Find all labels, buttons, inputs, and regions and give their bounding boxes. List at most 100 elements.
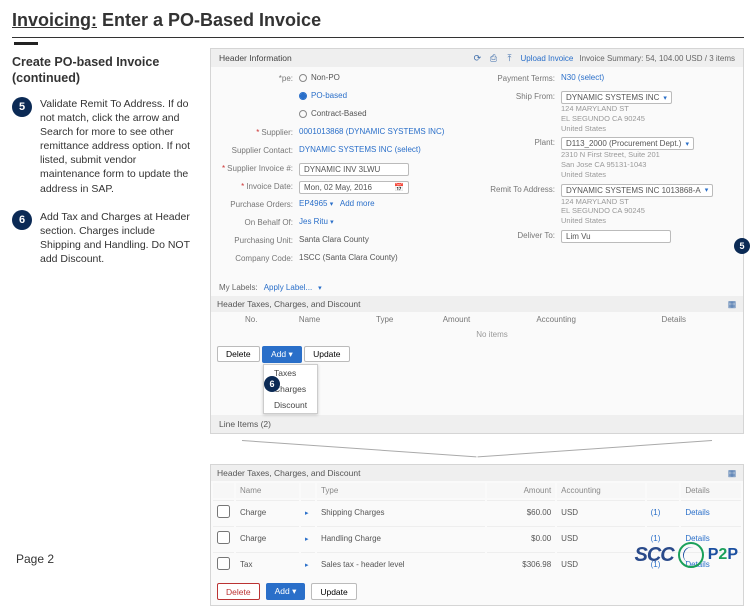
upload-invoice-link[interactable]: Upload Invoice (520, 54, 573, 63)
supplier-contact-label: Supplier Contact: (219, 145, 299, 155)
company-val: 1SCC (Santa Clara County) (299, 253, 473, 262)
remit-addr1: 124 MARYLAND ST (561, 197, 735, 207)
globe-icon (678, 542, 704, 568)
add-more-link[interactable]: Add more (340, 199, 375, 208)
title-deco (14, 42, 38, 45)
chevron-down-icon[interactable]: ▾ (318, 284, 322, 292)
col-accounting: Accounting (557, 483, 644, 498)
col-amount: Amount (439, 312, 533, 327)
chevron-down-icon[interactable]: ▾ (685, 140, 689, 148)
upload-icon[interactable]: ⤒ (504, 53, 514, 63)
payment-terms-val[interactable]: N30 (select) (561, 73, 735, 82)
radio-po-label: PO-based (311, 91, 347, 100)
deliver-label: Deliver To: (481, 230, 561, 240)
inv-date-input[interactable]: Mon, 02 May, 2016📅 (299, 181, 409, 194)
form-col-left: *pe:Non-PO PO-based Contract-Based *Supp… (219, 73, 473, 271)
menu-discount[interactable]: Discount (264, 397, 317, 413)
remit-select[interactable]: DYNAMIC SYSTEMS INC 1013868-A▾ (561, 184, 713, 197)
deliver-input[interactable]: Lim Vu (561, 230, 671, 243)
grid-icon[interactable]: ▦ (727, 299, 737, 309)
supplier-val[interactable]: 0001013868 (DYNAMIC SYSTEMS INC) (299, 127, 473, 136)
invoice-summary: Invoice Summary: 54, 104.00 USD / 3 item… (579, 54, 735, 63)
col-type: Type (372, 312, 439, 327)
chevron-down-icon[interactable]: ▾ (330, 219, 334, 226)
update-button[interactable]: Update (304, 346, 349, 362)
supplier-inv-input[interactable]: DYNAMIC INV 3LWU (299, 163, 409, 176)
step-badge-5: 5 (12, 97, 32, 117)
step-badge-6: 6 (12, 210, 32, 230)
company-label: Company Code: (219, 253, 299, 263)
plant-addr2: San Jose CA 95131-1043 (561, 160, 735, 170)
delete-button[interactable]: Delete (217, 583, 260, 600)
purchunit-val: Santa Clara County (299, 235, 473, 244)
col-name: Name (236, 483, 299, 498)
app-screenshot: Header Information ⟳ ⎙ ⤒ Upload Invoice … (210, 48, 744, 606)
plant-addr3: United States (561, 170, 735, 180)
shipfrom-addr3: United States (561, 124, 735, 134)
plant-addr1: 2310 N First Street, Suite 201 (561, 150, 735, 160)
chevron-down-icon[interactable]: ▾ (663, 94, 667, 102)
calendar-icon[interactable]: 📅 (394, 183, 404, 192)
details-link[interactable]: Details (681, 500, 741, 524)
no-items-text: No items (241, 327, 743, 342)
step-text-6: Add Tax and Charges at Header section. C… (40, 210, 192, 267)
sidebar: Create PO-based Invoice (continued) 5 Va… (0, 46, 200, 288)
chevron-down-icon[interactable]: ▾ (330, 201, 334, 208)
onbehalf-label: On Behalf Of: (219, 217, 299, 227)
page-title: Invoicing: Enter a PO-Based Invoice (0, 0, 756, 35)
shipfrom-select[interactable]: DYNAMIC SYSTEMS INC▾ (561, 91, 672, 104)
supplier-label: *Supplier: (219, 127, 299, 137)
update-button[interactable]: Update (311, 583, 356, 600)
add-button[interactable]: Add ▾ (266, 583, 306, 600)
apply-label-link[interactable]: Apply Label... (264, 283, 312, 292)
col-no: No. (241, 312, 295, 327)
col-name: Name (295, 312, 372, 327)
my-labels-label: My Labels: (219, 283, 258, 292)
shipfrom-addr1: 124 MARYLAND ST (561, 104, 735, 114)
grid-icon[interactable]: ▦ (727, 468, 737, 478)
row-checkbox[interactable] (217, 557, 230, 570)
payment-terms-label: Payment Terms: (481, 73, 561, 83)
po-val[interactable]: EP4965 (299, 199, 327, 208)
inv-date-label: *Invoice Date: (219, 181, 299, 191)
delete-button[interactable]: Delete (217, 346, 260, 362)
row-chevron-icon[interactable]: ▸ (301, 552, 315, 576)
row-chevron-icon[interactable]: ▸ (301, 500, 315, 524)
add-button[interactable]: Add ▾ (262, 346, 302, 363)
remit-addr2: EL SEGUNDO CA 90245 (561, 206, 735, 216)
remit-label: Remit To Address: (481, 184, 561, 194)
tax-section-title: Header Taxes, Charges, and Discount (217, 299, 360, 309)
step-text-5: Validate Remit To Address. If do not mat… (40, 97, 192, 196)
title-rest: Enter a PO-Based Invoice (97, 10, 321, 30)
step-5: 5 Validate Remit To Address. If do not m… (12, 97, 192, 196)
title-lead: Invoicing: (12, 10, 97, 30)
col-type: Type (317, 483, 485, 498)
sidebar-subtitle: Create PO-based Invoice (continued) (12, 54, 192, 87)
row-checkbox[interactable] (217, 531, 230, 544)
radio-contract[interactable] (299, 110, 307, 118)
col-accounting: Accounting (532, 312, 657, 327)
radio-nonpo-label: Non-PO (311, 73, 340, 82)
shipfrom-label: Ship From: (481, 91, 561, 101)
radio-po[interactable] (299, 92, 307, 100)
type-label: *pe: (219, 73, 299, 83)
chevron-down-icon[interactable]: ▾ (705, 186, 709, 194)
print-icon[interactable]: ⎙ (488, 53, 498, 63)
step-6: 6 Add Tax and Charges at Header section.… (12, 210, 192, 267)
tax-table-header-row: No. Name Type Amount Accounting Details (211, 312, 743, 327)
row-chevron-icon[interactable]: ▸ (301, 526, 315, 550)
header-info-label: Header Information (219, 53, 292, 63)
row-checkbox[interactable] (217, 505, 230, 518)
refresh-icon[interactable]: ⟳ (472, 53, 482, 63)
my-labels-row: My Labels: Apply Label... ▾ (211, 279, 743, 296)
radio-nonpo[interactable] (299, 74, 307, 82)
onbehalf-val[interactable]: Jes Ritu (299, 217, 328, 226)
supplier-contact-val[interactable]: DYNAMIC SYSTEMS INC (select) (299, 145, 473, 154)
tax-section-header: Header Taxes, Charges, and Discount ▦ (211, 296, 743, 312)
tax-section-title-2: Header Taxes, Charges, and Discount (217, 468, 360, 478)
plant-select[interactable]: D113_2000 (Procurement Dept.)▾ (561, 137, 694, 150)
tax-table-empty: No. Name Type Amount Accounting Details … (211, 312, 743, 342)
table-row: Charge▸Shipping Charges$60.00USD(1)Detai… (213, 500, 741, 524)
form-col-right: Payment Terms:N30 (select) Ship From:DYN… (481, 73, 735, 271)
page-number: Page 2 (16, 552, 54, 566)
